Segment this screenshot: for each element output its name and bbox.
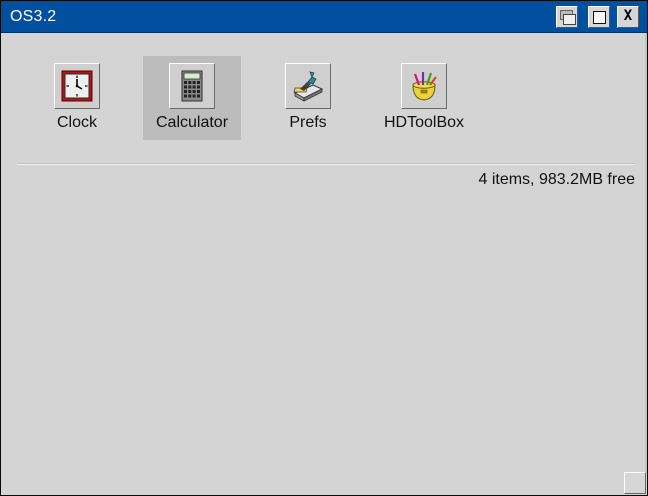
icon-area: Clock Calculator Prefs HDToolBox — [1, 33, 647, 163]
title-bar[interactable]: OS3.2 X — [1, 1, 647, 33]
hdtoolbox-icon — [412, 72, 437, 101]
zoom-button[interactable] — [588, 6, 610, 28]
prefs-icon — [293, 71, 324, 102]
drawer-icon-clock[interactable]: Clock — [28, 56, 126, 140]
resize-handle[interactable] — [624, 472, 646, 494]
zoom-icon — [593, 11, 606, 24]
calculator-icon — [181, 70, 203, 102]
separator — [17, 163, 635, 165]
drawer-icon-prefs[interactable]: Prefs — [259, 56, 357, 140]
icon-label: HDToolBox — [383, 114, 465, 131]
close-button[interactable]: X — [617, 6, 639, 28]
drawer-icon-hdtoolbox[interactable]: HDToolBox — [375, 56, 473, 140]
icon-label: Calculator — [155, 114, 229, 131]
clock-icon — [61, 70, 93, 102]
window-edge — [645, 33, 647, 473]
status-text: 4 items, 983.2MB free — [478, 171, 635, 188]
workbench-window: OS3.2 X Clock Calculator Prefs HDToolBox… — [0, 0, 648, 496]
close-icon: X — [623, 8, 633, 24]
depth-button[interactable] — [556, 6, 578, 28]
icon-label: Clock — [56, 114, 97, 131]
icon-label: Prefs — [289, 114, 327, 131]
window-title: OS3.2 — [10, 8, 57, 25]
drawer-icon-calculator[interactable]: Calculator — [143, 56, 241, 140]
